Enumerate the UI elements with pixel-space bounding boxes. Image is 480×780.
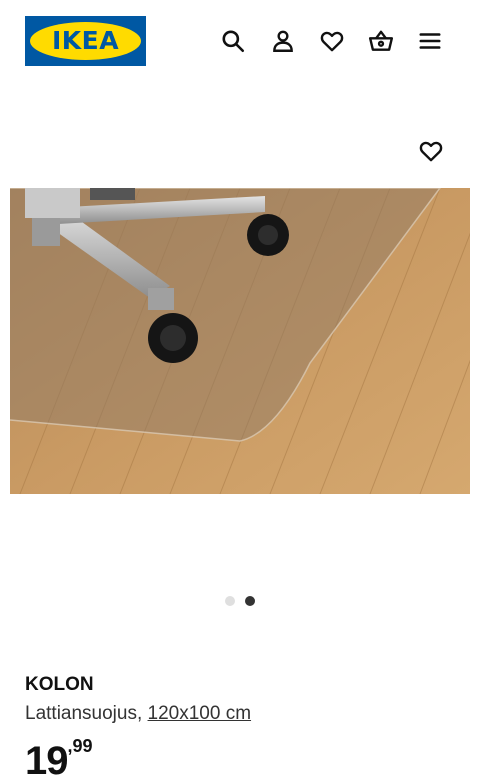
menu-icon[interactable] [412, 24, 448, 58]
basket-icon[interactable] [363, 24, 399, 58]
logo-text: IKEA [51, 26, 120, 55]
price-decimal: ,99 [67, 736, 93, 756]
product-favourite-heart-icon[interactable] [414, 135, 448, 167]
site-header: IKEA [0, 0, 480, 82]
price-integer: 19 [25, 739, 68, 780]
favourites-icon[interactable] [314, 24, 350, 58]
product-size-link[interactable]: 120x100 cm [148, 703, 252, 724]
floor-mat-illustration [10, 188, 470, 494]
product-price: 19,99 [25, 736, 93, 780]
carousel-dot-2[interactable] [245, 596, 255, 606]
product-image-floor-protector[interactable] [10, 188, 470, 494]
product-description: Lattiansuojus, 120x100 cm [25, 703, 251, 725]
carousel-dot-1[interactable] [225, 596, 235, 606]
search-icon[interactable] [215, 24, 251, 58]
account-icon[interactable] [265, 24, 301, 58]
product-brand: KOLON [25, 674, 94, 695]
ikea-logo[interactable]: IKEA [25, 16, 146, 66]
image-carousel-dots [0, 594, 480, 608]
product-type-label: Lattiansuojus, [25, 703, 143, 724]
